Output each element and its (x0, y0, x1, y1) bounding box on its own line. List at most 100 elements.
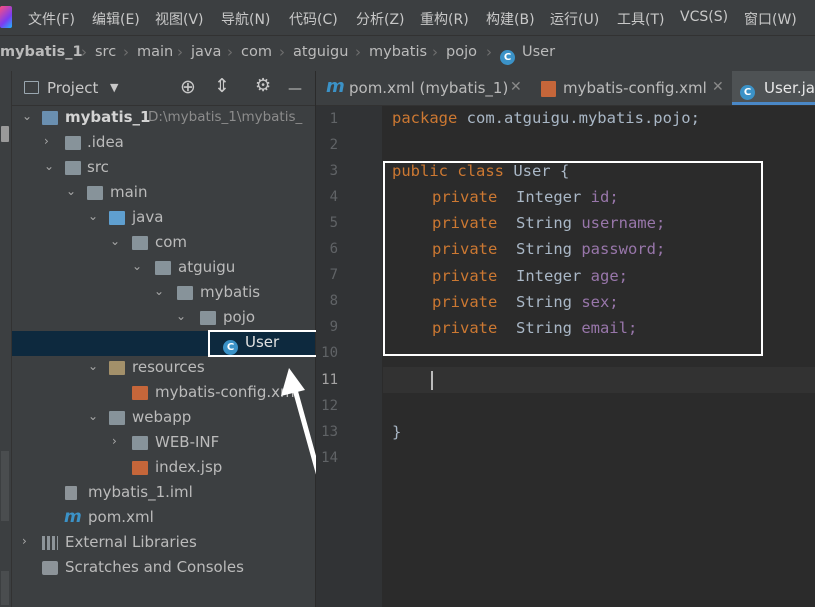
line-gutter: 1 2 3 4 5 6 7 8 9 10 11 12 13 14 (316, 106, 382, 607)
project-panel-header: Project ▼ ⊕ ⇕ ⚙ — (12, 71, 315, 106)
chevron-down-icon[interactable]: ⌄ (132, 259, 142, 273)
tree-item-mybatis[interactable]: ⌄ mybatis (12, 281, 315, 306)
code-editor[interactable]: package com.atguigu.mybatis.pojo; public… (383, 106, 815, 607)
chevron-down-icon[interactable]: ⌄ (88, 209, 98, 223)
project-path: D:\mybatis_1\mybatis_ (148, 109, 303, 125)
tree-item-label: mybatis (200, 283, 261, 301)
tree-item-iml[interactable]: mybatis_1.iml (12, 481, 315, 506)
tree-item-external-libraries[interactable]: › External Libraries (12, 531, 315, 556)
menu-window[interactable]: 窗口(W) (744, 9, 797, 29)
structure-tool-icon[interactable] (1, 451, 9, 521)
tree-item-src[interactable]: ⌄ src (12, 156, 315, 181)
tree-item-idea[interactable]: › .idea (12, 131, 315, 156)
chevron-down-icon[interactable]: ▼ (110, 81, 118, 94)
favorites-tool-icon[interactable] (1, 571, 9, 605)
library-icon (42, 536, 58, 550)
breadcrumb-separator: › (123, 43, 129, 61)
tree-item-resources[interactable]: ⌄ resources (12, 356, 315, 381)
collapse-icon[interactable]: ⇕ (214, 75, 230, 97)
app-logo-icon (0, 6, 12, 28)
menu-file[interactable]: 文件(F) (28, 9, 75, 29)
tree-item-java[interactable]: ⌄ java (12, 206, 315, 231)
gear-icon[interactable]: ⚙ (255, 75, 271, 96)
breadcrumb-java[interactable]: java (191, 44, 221, 60)
breadcrumb-separator: › (355, 43, 361, 61)
menu-run[interactable]: 运行(U) (550, 9, 599, 29)
breadcrumb-src[interactable]: src (95, 44, 116, 60)
tab-pom[interactable]: pom.xml (mybatis_1) (349, 79, 508, 97)
line-number-current: 11 (321, 372, 338, 388)
text-caret (431, 371, 433, 390)
tree-item-pom[interactable]: m pom.xml (12, 506, 315, 531)
left-tool-stripe (0, 71, 12, 607)
class-icon: C (740, 80, 755, 100)
tree-item-project-root[interactable]: ⌄ mybatis_1 D:\mybatis_1\mybatis_ (12, 106, 315, 131)
breadcrumb-user[interactable]: User (522, 44, 555, 60)
tree-item-main[interactable]: ⌄ main (12, 181, 315, 206)
chevron-right-icon[interactable]: › (112, 434, 117, 448)
breadcrumb-pojo[interactable]: pojo (446, 44, 477, 60)
project-icon (24, 81, 39, 94)
tree-item-com[interactable]: ⌄ com (12, 231, 315, 256)
breadcrumb-atguigu[interactable]: atguigu (293, 44, 348, 60)
menu-vcs[interactable]: VCS(S) (680, 9, 728, 25)
menu-build[interactable]: 构建(B) (486, 9, 535, 29)
tab-user[interactable]: C User.ja (732, 71, 815, 105)
minimize-icon[interactable]: — (288, 81, 302, 97)
tree-item-web-inf[interactable]: › WEB-INF (12, 431, 315, 456)
tree-item-label: User (245, 333, 280, 351)
menu-edit[interactable]: 编辑(E) (92, 9, 140, 29)
close-icon[interactable]: ✕ (712, 79, 724, 95)
tree-item-webapp[interactable]: ⌄ webapp (12, 406, 315, 431)
breadcrumb-main[interactable]: main (137, 44, 173, 60)
tree-item-label: WEB-INF (155, 433, 220, 451)
tree-item-label: External Libraries (65, 533, 197, 551)
chevron-down-icon[interactable]: ⌄ (44, 159, 54, 173)
close-icon[interactable]: ✕ (510, 79, 522, 95)
breadcrumb-separator: › (432, 43, 438, 61)
tree-item-label: com (155, 233, 188, 251)
line-number: 1 (329, 111, 338, 127)
tree-item-mybatis-config[interactable]: mybatis-config.xml (12, 381, 315, 406)
chevron-down-icon[interactable]: ⌄ (176, 309, 186, 323)
chevron-down-icon[interactable]: ⌄ (110, 234, 120, 248)
tree-item-label: mybatis_1 (65, 108, 151, 126)
breadcrumb-project[interactable]: mybatis_1 (0, 44, 83, 60)
breadcrumb-separator: › (227, 43, 233, 61)
menu-tools[interactable]: 工具(T) (617, 9, 664, 29)
chevron-down-icon[interactable]: ⌄ (154, 284, 164, 298)
breadcrumb-mybatis[interactable]: mybatis (369, 44, 427, 60)
tree-item-index-jsp[interactable]: index.jsp (12, 456, 315, 481)
chevron-down-icon[interactable]: ⌄ (66, 184, 76, 198)
line-number: 5 (329, 215, 338, 231)
maven-icon: m (64, 507, 82, 527)
chevron-right-icon[interactable]: › (44, 134, 49, 148)
tree-item-scratches[interactable]: Scratches and Consoles (12, 556, 315, 581)
breadcrumb-separator: › (81, 43, 87, 61)
line-number: 4 (329, 189, 338, 205)
tree-item-label: pom.xml (88, 508, 154, 526)
breadcrumb: mybatis_1 › src › main › java › com › at… (0, 35, 815, 72)
line-number: 2 (329, 137, 338, 153)
target-icon[interactable]: ⊕ (180, 76, 196, 98)
menu-code[interactable]: 代码(C) (289, 9, 338, 29)
tree-item-atguigu[interactable]: ⌄ atguigu (12, 256, 315, 281)
tree-item-pojo[interactable]: ⌄ pojo (12, 306, 315, 331)
project-panel-title[interactable]: Project (47, 79, 98, 97)
tree-item-user[interactable]: C User (12, 330, 332, 357)
chevron-down-icon[interactable]: ⌄ (88, 409, 98, 423)
chevron-right-icon[interactable]: › (22, 534, 27, 548)
menu-navigate[interactable]: 导航(N) (221, 9, 270, 29)
menu-analyze[interactable]: 分析(Z) (356, 9, 405, 29)
chevron-down-icon[interactable]: ⌄ (88, 359, 98, 373)
project-tool-icon[interactable] (1, 126, 9, 142)
tab-mybatis-config[interactable]: mybatis-config.xml (563, 79, 707, 97)
chevron-down-icon[interactable]: ⌄ (22, 109, 32, 123)
breadcrumb-com[interactable]: com (241, 44, 272, 60)
tree-item-label: resources (132, 358, 205, 376)
breadcrumb-separator: › (279, 43, 285, 61)
line-number: 3 (329, 163, 338, 179)
line-number: 10 (321, 345, 338, 361)
menu-view[interactable]: 视图(V) (155, 9, 204, 29)
menu-refactor[interactable]: 重构(R) (420, 9, 469, 29)
